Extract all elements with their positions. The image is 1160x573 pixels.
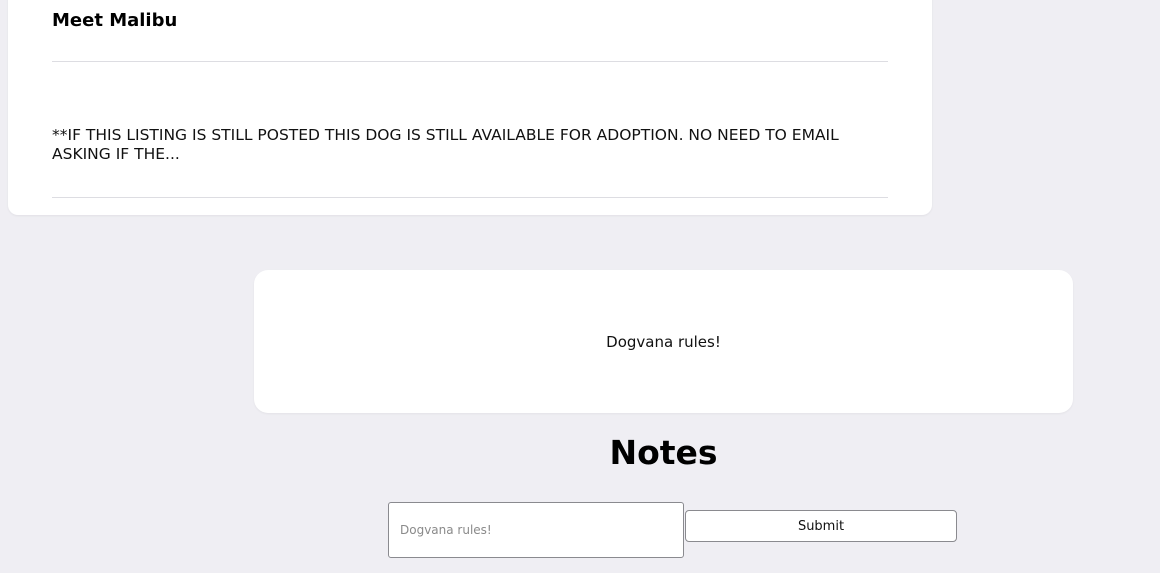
note-text: Dogvana rules! — [606, 332, 721, 351]
dog-listing-card[interactable]: Meet Malibu **IF THIS LISTING IS STILL P… — [8, 0, 932, 215]
note-card: Dogvana rules! — [254, 270, 1073, 413]
note-form: Submit — [388, 502, 958, 558]
listing-divider-top — [52, 61, 888, 62]
notes-heading: Notes — [609, 433, 718, 472]
listing-divider-bottom — [52, 197, 888, 198]
page: Meet Malibu **IF THIS LISTING IS STILL P… — [0, 0, 1160, 573]
submit-button[interactable]: Submit — [685, 510, 957, 542]
listing-title: Meet Malibu — [52, 10, 178, 31]
listing-description: **IF THIS LISTING IS STILL POSTED THIS D… — [52, 126, 839, 163]
note-input[interactable] — [388, 502, 684, 558]
